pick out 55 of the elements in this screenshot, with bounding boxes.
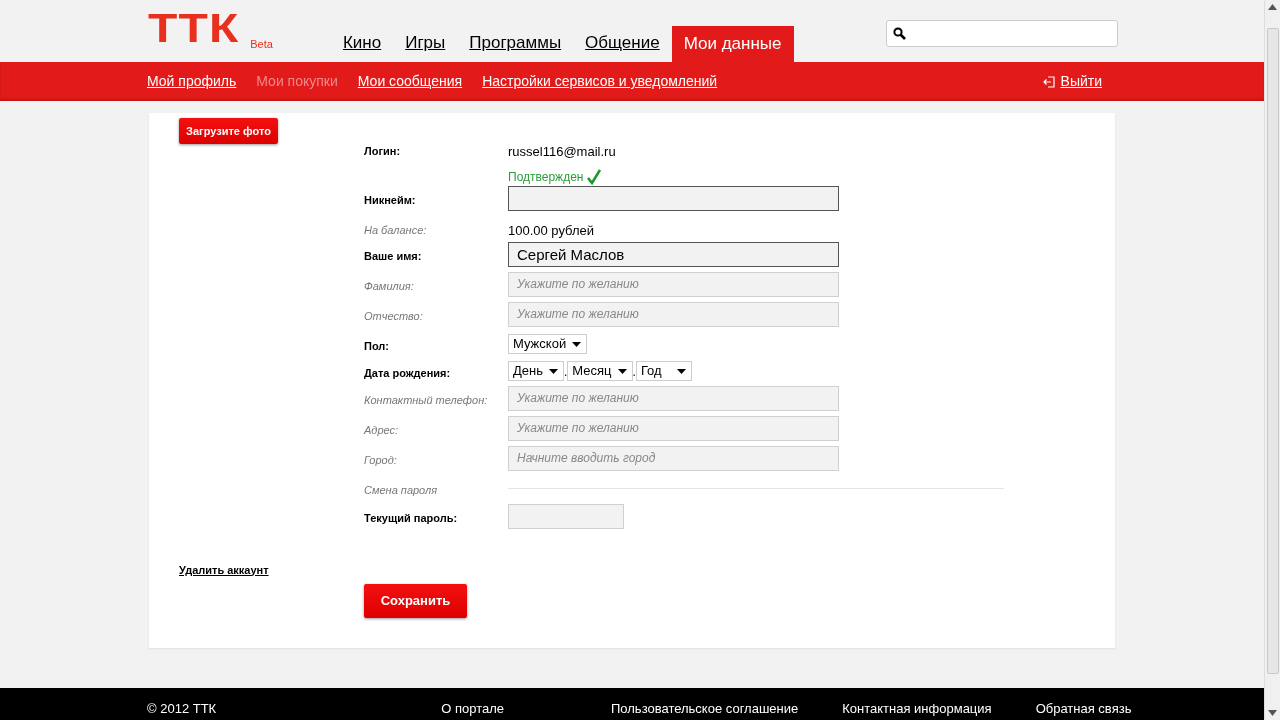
field-label: На балансе: [364,222,428,238]
search-field[interactable] [886,19,1118,47]
logo[interactable]: ТТК [148,8,240,48]
subnav-link[interactable]: Мой профиль [147,71,237,92]
field-label: Логин: [364,144,402,159]
status-text: Подтвержден [508,168,584,186]
check-icon [587,168,602,185]
caret-icon [617,368,627,374]
date-separator: . [564,363,568,381]
field-label: Ваше имя: [364,248,423,264]
nav-tab[interactable]: Игры [393,25,458,62]
field-label: Адрес: [364,422,400,438]
field-label: Отчество: [364,308,424,324]
field-label: Дата рождения: [364,365,452,381]
subnav-link[interactable]: Мои сообщения [357,71,463,92]
dropdown[interactable]: Мужской [508,333,588,354]
dropdown[interactable]: Месяц [567,360,633,381]
dropdown[interactable]: День [508,360,564,381]
beta-label: Beta [250,36,273,52]
nav-tab[interactable]: Программы [457,25,574,62]
field-label: Пол: [364,338,390,354]
field-value: 100.00 рублей [508,221,595,240]
subnav-link[interactable]: Настройки сервисов и уведомлений [482,71,718,92]
upload-photo-button[interactable]: Загрузите фото [179,118,278,144]
date-separator: . [632,363,636,381]
copyright-text: © 2012 ТТК [147,699,217,718]
scroll-down-icon[interactable] [1268,710,1277,716]
field-label: Смена пароля [364,482,439,498]
input-field[interactable] [508,185,839,211]
field-label: Контактный телефон: [364,392,489,408]
save-button[interactable]: Сохранить [364,583,467,618]
caret-icon [549,368,558,374]
nav-tab[interactable]: Мои данные [671,25,794,62]
nav-tab[interactable]: Кино [330,25,394,62]
scrollbar[interactable] [1264,0,1280,720]
footer-link[interactable]: Контактная информация [842,698,992,718]
password-field[interactable] [508,503,624,529]
footer-link[interactable]: Обратная связь [1035,698,1132,718]
dropdown[interactable]: Год [635,360,692,381]
field-label: Фамилия: [364,278,415,294]
field-label: Текущий пароль: [364,510,459,526]
footer-link[interactable]: О портале [441,698,504,718]
caret-icon [572,341,582,347]
search-icon [893,26,906,40]
input-field[interactable]: Сергей Маслов [508,241,839,267]
footer-link[interactable]: Пользовательское соглашение [611,698,799,718]
field-label: Город: [364,452,398,468]
field-label: Никнейм: [364,192,417,208]
scroll-up-icon[interactable] [1268,4,1277,10]
logout-link[interactable]: Выйти [1060,71,1102,92]
delete-account-link[interactable]: Удалить аккаунт [179,561,364,578]
logout-icon [1042,75,1055,88]
nav-tab[interactable]: Общение [573,25,672,62]
field-value: russel116@mail.ru [508,143,616,161]
caret-icon [676,368,686,374]
